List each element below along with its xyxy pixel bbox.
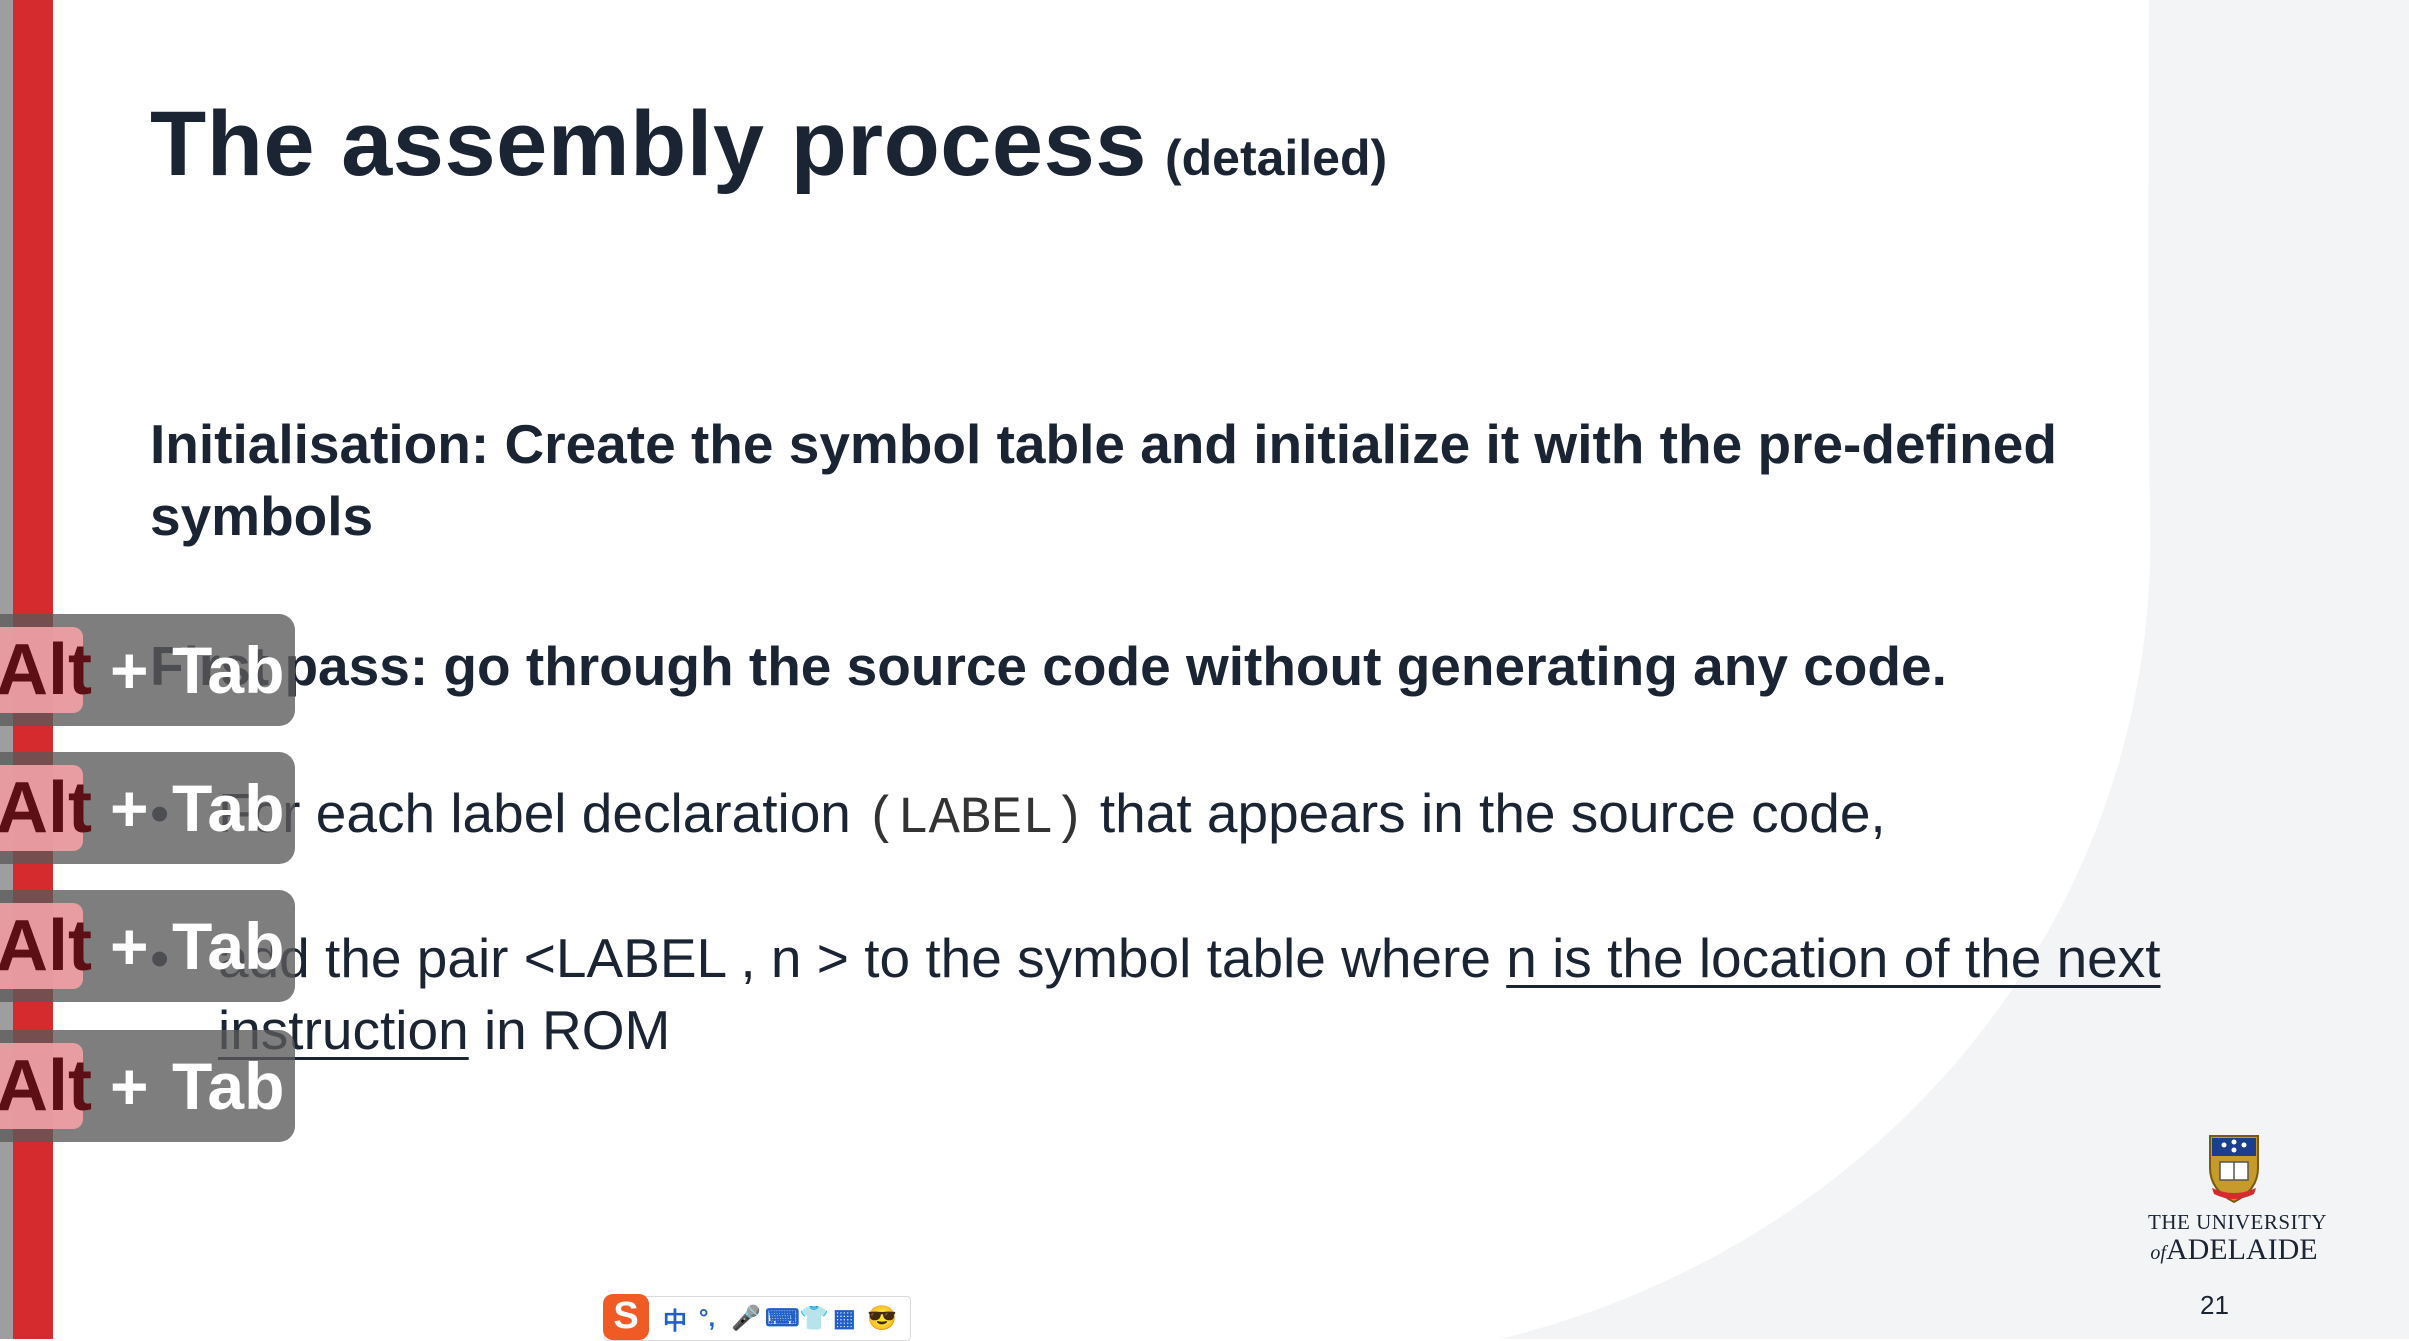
tab-key: Tab <box>172 1049 285 1123</box>
plus-sign: + <box>110 909 149 983</box>
ime-toolbar[interactable]: S 中 °, 🎤 ⌨ 👕 ▦ 😎 <box>603 1293 911 1341</box>
underlined-text: n is the location of the next <box>1506 927 2161 989</box>
alt-tab-overlay: Alt + Tab <box>0 890 295 1002</box>
tab-key: Tab <box>172 771 285 845</box>
crest-icon <box>2209 1135 2259 1204</box>
alt-key: Alt <box>0 903 92 989</box>
alt-tab-overlay: Alt + Tab <box>0 752 295 864</box>
bullet-text-after: that appears in the source code, <box>1099 782 1886 844</box>
logo-line1: THE UNIVERSITY <box>2148 1210 2328 1234</box>
presentation-slide: The assembly process (detailed) Initialis… <box>0 0 2409 1339</box>
bullet-text-after: in ROM <box>483 999 671 1061</box>
plus-sign: + <box>110 633 149 707</box>
alt-tab-overlay: Alt + Tab <box>0 614 295 726</box>
plus-sign: + <box>110 771 149 845</box>
title-suffix: (detailed) <box>1164 130 1388 186</box>
alt-key: Alt <box>0 1043 92 1129</box>
skin-icon[interactable]: 👕 <box>799 1304 829 1333</box>
label-code: (LABEL) <box>866 789 1085 848</box>
emoji-icon[interactable]: 😎 <box>867 1304 897 1333</box>
alt-tab-overlay: Alt + Tab <box>0 1030 295 1142</box>
page-number: 21 <box>2200 1290 2229 1320</box>
bullet-label-declaration: •For each label declaration (LABEL) that… <box>150 777 1886 855</box>
bullet-add-pair: •add the pair <LABEL , n > to the symbol… <box>150 922 2230 1066</box>
title-text: The assembly process <box>150 93 1147 195</box>
plus-sign: + <box>110 1049 149 1123</box>
initialisation-text: Initialisation: Create the symbol table … <box>150 413 2057 547</box>
alt-key: Alt <box>0 627 92 713</box>
bullet-text-before: For each label declaration <box>218 782 851 844</box>
first-pass-text: First pass: go through the source code w… <box>150 635 1947 697</box>
bullet-text-before: add the pair <LABEL , n > to the symbol … <box>218 927 1491 989</box>
toolbox-icon[interactable]: ▦ <box>833 1304 856 1333</box>
slide-title: The assembly process (detailed) <box>150 92 1387 197</box>
sogou-logo-icon[interactable]: S <box>603 1293 649 1340</box>
logo-line2: ofADELAIDE <box>2150 1233 2318 1266</box>
alt-key: Alt <box>0 765 92 851</box>
keyboard-icon[interactable]: ⌨ <box>765 1304 800 1333</box>
university-logo: THE UNIVERSITY ofADELAIDE <box>2148 1132 2328 1268</box>
punctuation-icon[interactable]: °, <box>697 1305 717 1333</box>
tab-key: Tab <box>172 909 285 983</box>
microphone-icon[interactable]: 🎤 <box>731 1304 761 1333</box>
tab-key: Tab <box>172 633 285 707</box>
chinese-mode-button[interactable]: 中 <box>663 1301 687 1336</box>
